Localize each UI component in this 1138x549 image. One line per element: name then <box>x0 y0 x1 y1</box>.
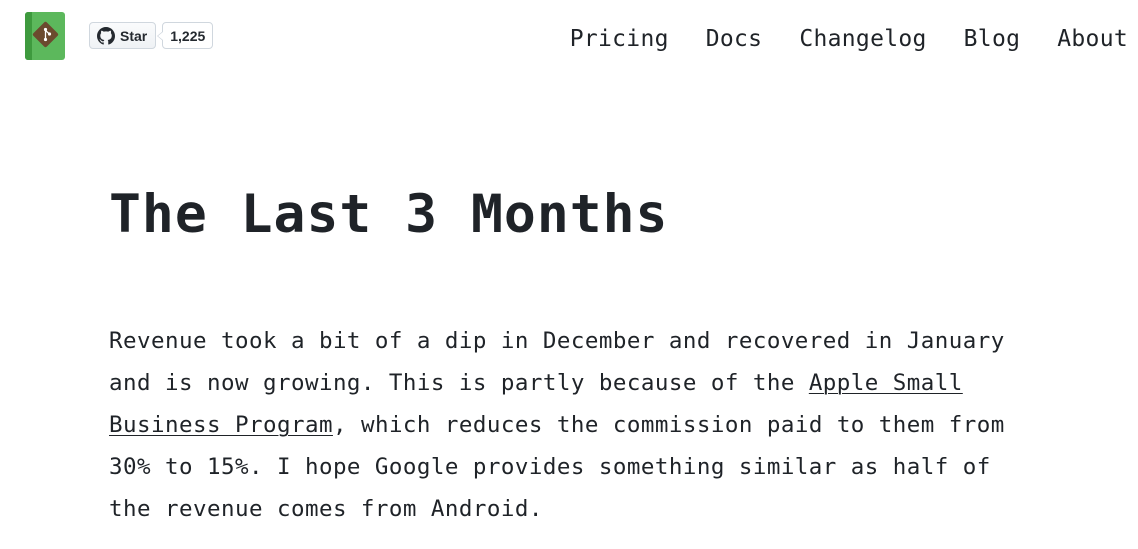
github-icon <box>97 26 115 45</box>
article: The Last 3 Months Revenue took a bit of … <box>109 180 1049 530</box>
nav-docs[interactable]: Docs <box>706 26 763 52</box>
nav-blog[interactable]: Blog <box>964 26 1021 52</box>
git-branch-icon <box>43 27 52 42</box>
github-star-label: Star <box>120 27 148 44</box>
article-paragraph: Revenue took a bit of a dip in December … <box>109 320 1049 530</box>
article-title: The Last 3 Months <box>109 184 669 245</box>
top-bar: Star 1,225 Pricing Docs Changelog Blog A… <box>0 0 1138 80</box>
github-star-widget: Star 1,225 <box>89 22 214 49</box>
git-book-logo-icon[interactable] <box>25 12 65 60</box>
github-star-button[interactable]: Star <box>89 22 157 49</box>
logo-spine <box>25 12 32 60</box>
nav-changelog[interactable]: Changelog <box>799 26 926 52</box>
main-nav: Pricing Docs Changelog Blog About <box>570 26 1128 52</box>
nav-about[interactable]: About <box>1057 26 1128 52</box>
nav-pricing[interactable]: Pricing <box>570 26 669 52</box>
github-star-count[interactable]: 1,225 <box>157 22 214 49</box>
